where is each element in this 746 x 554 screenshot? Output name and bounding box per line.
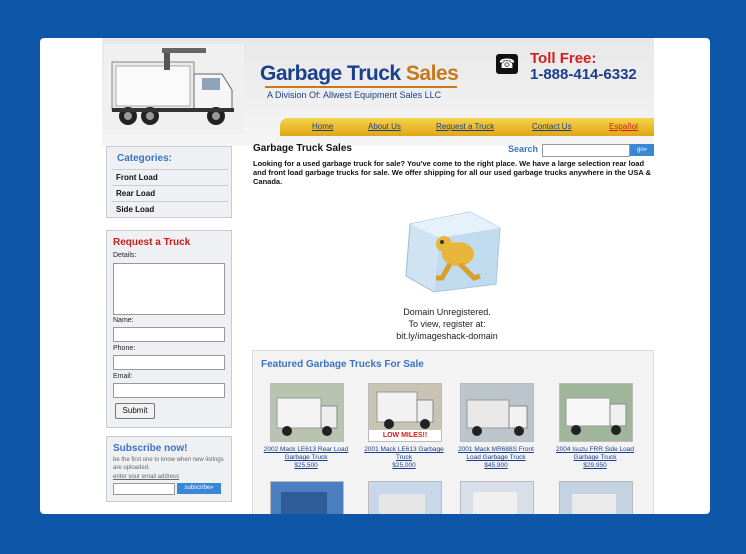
notice-line-1: Domain Unregistered. bbox=[403, 307, 491, 317]
subscribe-button[interactable]: subscribe» bbox=[177, 483, 221, 494]
featured-truck-photo-7[interactable] bbox=[460, 481, 534, 514]
notice-line-3: bit.ly/imageshack-domain bbox=[396, 331, 498, 341]
nav-about[interactable]: About Us bbox=[368, 122, 401, 131]
intro-text: Looking for a used garbage truck for sal… bbox=[253, 159, 651, 186]
frog-ice-cube-image bbox=[405, 211, 501, 293]
categories-title: Categories: bbox=[117, 153, 173, 164]
image-unavailable-notice: Domain Unregistered. To view, register a… bbox=[342, 306, 552, 342]
category-rear-load[interactable]: Rear Load bbox=[112, 185, 228, 200]
site-logo[interactable]: Garbage Truck Sales bbox=[260, 62, 459, 86]
featured-truck-photo-5[interactable] bbox=[270, 481, 344, 514]
submit-button[interactable]: Submit bbox=[115, 403, 155, 419]
featured-truck-link-3[interactable]: 2001 Mack MR688S Front Load Garbage Truc… bbox=[453, 446, 539, 470]
name-label: Name: bbox=[113, 317, 134, 324]
subscribe-text: be the first one to know when new listin… bbox=[113, 457, 224, 471]
featured-truck-photo-4[interactable] bbox=[559, 383, 633, 442]
toll-free-number: 1-888-414-6332 bbox=[530, 66, 637, 83]
phone-label: Phone: bbox=[113, 345, 136, 352]
truck-name: 2001 Mack MR688S Front Load Garbage Truc… bbox=[458, 446, 534, 461]
search-go-button[interactable]: go» bbox=[630, 144, 654, 156]
featured-title: Featured Garbage Trucks For Sale bbox=[261, 359, 424, 370]
nav-contact[interactable]: Contact Us bbox=[532, 122, 572, 131]
details-textarea[interactable] bbox=[113, 263, 225, 315]
subscribe-email-input[interactable] bbox=[113, 483, 175, 495]
phone-icon: ☎ bbox=[496, 54, 518, 74]
nav-request[interactable]: Request a Truck bbox=[436, 122, 494, 131]
truck-price: $29,950 bbox=[583, 462, 607, 469]
subscribe-email-link[interactable]: enter your email address bbox=[113, 474, 179, 480]
browser-page: Garbage Truck Sales A Division Of: Allwe… bbox=[40, 38, 710, 514]
category-front-load[interactable]: Front Load bbox=[112, 169, 228, 184]
logo-divider bbox=[265, 86, 457, 88]
search-input[interactable] bbox=[542, 144, 630, 157]
featured-truck-photo-2[interactable]: LOW MILES!! bbox=[368, 383, 442, 442]
categories-box: Categories: Front Load Rear Load Side Lo… bbox=[106, 146, 232, 218]
search-label: Search bbox=[508, 144, 539, 154]
featured-truck-photo-8[interactable] bbox=[559, 481, 633, 514]
site-header: Garbage Truck Sales A Division Of: Allwe… bbox=[102, 38, 654, 146]
nav-home[interactable]: Home bbox=[312, 122, 333, 131]
request-truck-box: Request a Truck Details: Name: Phone: Em… bbox=[106, 230, 232, 428]
category-side-load[interactable]: Side Load bbox=[112, 201, 228, 216]
logo-subtitle: A Division Of: Allwest Equipment Sales L… bbox=[267, 90, 442, 100]
featured-truck-link-4[interactable]: 2004 Isuzu FRR Side Load Garbage Truck $2… bbox=[552, 446, 638, 470]
email-label: Email: bbox=[113, 373, 133, 380]
featured-truck-photo-3[interactable] bbox=[460, 383, 534, 442]
featured-truck-photo-6[interactable] bbox=[368, 481, 442, 514]
toll-free-label: Toll Free: bbox=[530, 50, 597, 67]
page-title: Garbage Truck Sales bbox=[253, 143, 352, 154]
featured-truck-photo-1[interactable] bbox=[270, 383, 344, 442]
truck-name: 2004 Isuzu FRR Side Load Garbage Truck bbox=[555, 446, 635, 461]
request-title: Request a Truck bbox=[113, 237, 191, 248]
nav-espanol[interactable]: Español bbox=[609, 122, 638, 131]
site-container: Garbage Truck Sales A Division Of: Allwe… bbox=[102, 38, 654, 514]
featured-trucks-section: Featured Garbage Trucks For Sale LOW MIL… bbox=[252, 350, 654, 514]
truck-name: 2002 Mack LE613 Rear Load Garbage Truck bbox=[263, 446, 349, 461]
low-miles-badge: LOW MILES!! bbox=[369, 430, 441, 441]
truck-price: $25,500 bbox=[294, 462, 318, 469]
truck-price: $25,000 bbox=[392, 462, 416, 469]
garbage-truck-logo-image bbox=[104, 44, 244, 134]
details-label: Details: bbox=[113, 252, 137, 259]
logo-text: Garbage Truck bbox=[260, 62, 401, 85]
featured-truck-link-2[interactable]: 2001 Mack LE613 Garbage Truck $25,000 bbox=[361, 446, 447, 470]
subscribe-box: Subscribe now! be the first one to know … bbox=[106, 436, 232, 502]
truck-name: 2001 Mack LE613 Garbage Truck bbox=[364, 446, 444, 461]
logo-sales-text: Sales bbox=[405, 62, 459, 85]
blue-frame: Garbage Truck Sales A Division Of: Allwe… bbox=[0, 0, 746, 554]
subscribe-title: Subscribe now! bbox=[113, 443, 188, 454]
phone-field[interactable] bbox=[113, 355, 225, 370]
truck-price: $45,900 bbox=[484, 462, 508, 469]
featured-truck-link-1[interactable]: 2002 Mack LE613 Rear Load Garbage Truck $… bbox=[263, 446, 349, 470]
notice-line-2: To view, register at: bbox=[408, 319, 486, 329]
email-field[interactable] bbox=[113, 383, 225, 398]
name-field[interactable] bbox=[113, 327, 225, 342]
